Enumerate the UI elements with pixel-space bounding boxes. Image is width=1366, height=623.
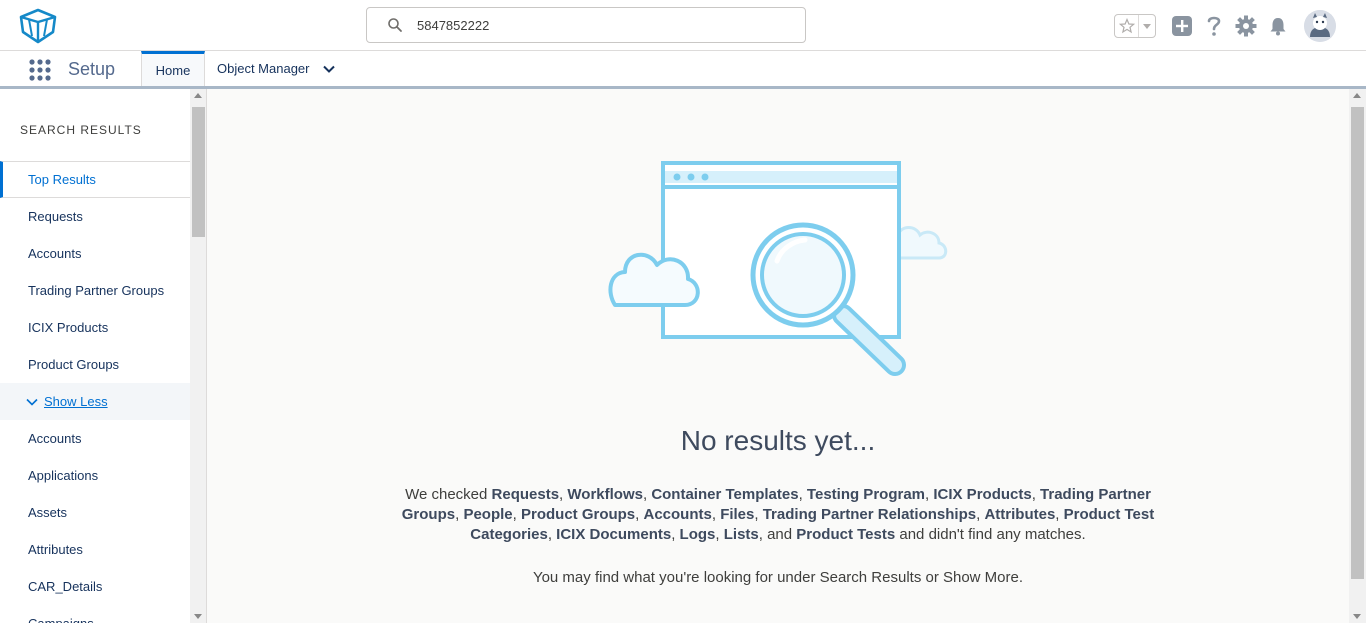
- show-less-toggle[interactable]: Show Less: [0, 383, 190, 420]
- empty-state-description: We checked Requests, Workflows, Containe…: [401, 486, 1155, 543]
- scrollbar-thumb[interactable]: [1351, 107, 1364, 579]
- empty-state-title: No results yet...: [680, 425, 876, 456]
- no-results-illustration: [608, 161, 948, 376]
- sidebar-item-attributes[interactable]: Attributes: [0, 531, 190, 568]
- app-launcher-icon[interactable]: [28, 58, 52, 82]
- sidebar-title: SEARCH RESULTS: [20, 123, 142, 137]
- tab-object-manager[interactable]: Object Manager: [206, 51, 356, 86]
- search-results-sidebar: SEARCH RESULTS Top Results Requests Acco…: [0, 89, 207, 623]
- sidebar-item-requests[interactable]: Requests: [0, 198, 190, 235]
- sidebar-item-icix-products[interactable]: ICIX Products: [0, 309, 190, 346]
- sidebar-item-product-groups[interactable]: Product Groups: [0, 346, 190, 383]
- scroll-up-arrow-icon[interactable]: [1353, 93, 1361, 98]
- main-content: No results yet... We checked Requests, W…: [207, 89, 1349, 623]
- sidebar-item-top-results[interactable]: Top Results: [0, 161, 190, 198]
- sidebar-item-assets[interactable]: Assets: [0, 494, 190, 531]
- sidebar-item-campaigns[interactable]: Campaigns: [0, 605, 190, 623]
- search-icon: [388, 18, 402, 32]
- show-less-link[interactable]: Show Less: [44, 394, 108, 409]
- app-name: Setup: [68, 59, 116, 79]
- sidebar-item-accounts-2[interactable]: Accounts: [0, 420, 190, 457]
- bell-icon[interactable]: [1267, 15, 1289, 37]
- main-scrollbar[interactable]: [1349, 89, 1366, 623]
- scroll-down-arrow-icon[interactable]: [194, 614, 202, 619]
- sidebar-item-applications[interactable]: Applications: [0, 457, 190, 494]
- empty-state-hint: You may find what you're looking for und…: [532, 569, 1024, 586]
- sidebar-list: Top Results Requests Accounts Trading Pa…: [0, 161, 190, 623]
- header-actions: [1114, 10, 1336, 42]
- sidebar-item-trading-partner-groups[interactable]: Trading Partner Groups: [0, 272, 190, 309]
- context-bar: Setup Home Object Manager: [0, 51, 1366, 89]
- search-input[interactable]: [417, 8, 797, 42]
- gear-icon[interactable]: [1235, 15, 1257, 37]
- favorites-star-icon[interactable]: [1115, 15, 1139, 37]
- tab-object-manager-label: Object Manager: [217, 61, 310, 76]
- chevron-down-icon: [26, 398, 38, 406]
- tab-home[interactable]: Home: [141, 51, 205, 86]
- help-icon[interactable]: [1203, 15, 1225, 37]
- add-icon[interactable]: [1171, 15, 1193, 37]
- cube-logo-icon[interactable]: [18, 8, 58, 44]
- sidebar-scrollbar[interactable]: [190, 89, 206, 623]
- sidebar-item-car-details[interactable]: CAR_Details: [0, 568, 190, 605]
- avatar[interactable]: [1304, 10, 1336, 42]
- chevron-down-icon[interactable]: [322, 62, 336, 76]
- sidebar-item-accounts[interactable]: Accounts: [0, 235, 190, 272]
- global-header: [0, 0, 1366, 51]
- global-search[interactable]: [366, 7, 806, 43]
- scroll-down-arrow-icon[interactable]: [1353, 614, 1361, 619]
- favorites-group: [1114, 14, 1156, 38]
- scrollbar-thumb[interactable]: [192, 107, 205, 237]
- scroll-up-arrow-icon[interactable]: [194, 93, 202, 98]
- chevron-down-icon[interactable]: [1139, 15, 1155, 37]
